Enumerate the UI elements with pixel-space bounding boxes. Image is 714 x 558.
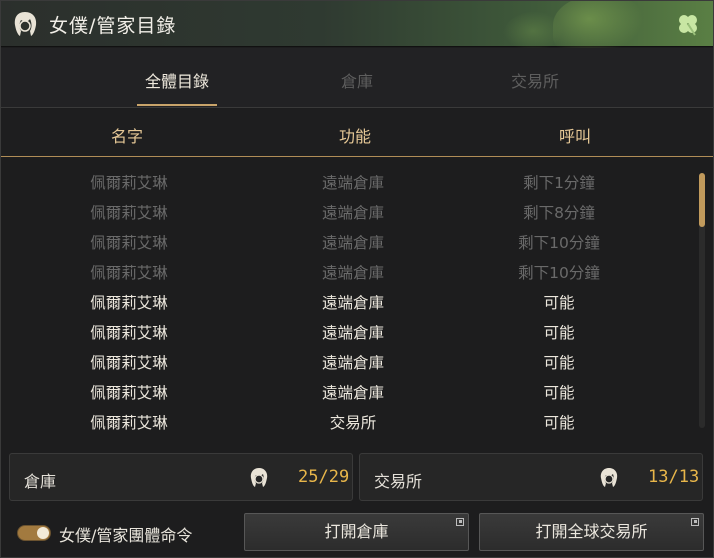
row-function: 遠端倉庫 <box>321 264 384 282</box>
group-command-label: 女僕/管家團體命令 <box>59 526 193 545</box>
list-row[interactable]: 佩爾莉艾琳 遠端倉庫 剩下1分鐘 <box>1 166 691 196</box>
maid-icon <box>250 468 268 487</box>
warehouse-summary: 倉庫 25/29 <box>9 453 353 501</box>
open-global-market-label: 打開全球交易所 <box>535 522 648 541</box>
maid-butler-window: 女僕/管家目錄 全體目錄 倉庫 交易所 名字 功能 呼叫 佩爾莉艾琳 遠端倉庫 … <box>0 0 714 558</box>
warehouse-count: 25/29 <box>298 467 350 487</box>
tab-bar: 全體目錄 倉庫 交易所 <box>1 48 713 108</box>
tab-all[interactable]: 全體目錄 <box>117 68 237 92</box>
row-name: 佩爾莉艾琳 <box>90 294 168 312</box>
row-call-status[interactable]: 可能 <box>479 411 639 433</box>
row-call-status[interactable]: 可能 <box>479 291 639 313</box>
list-row[interactable]: 佩爾莉艾琳 遠端倉庫 可能 <box>1 376 691 406</box>
group-command-toggle[interactable] <box>17 525 51 541</box>
tab-warehouse[interactable]: 倉庫 <box>297 68 417 92</box>
row-name: 佩爾莉艾琳 <box>90 234 168 252</box>
row-function: 遠端倉庫 <box>321 234 384 252</box>
list-row[interactable]: 佩爾莉艾琳 遠端倉庫 可能 <box>1 346 691 376</box>
market-summary: 交易所 13/13 <box>359 453 703 501</box>
row-function: 交易所 <box>329 414 377 432</box>
row-name: 佩爾莉艾琳 <box>90 264 168 282</box>
row-function: 遠端倉庫 <box>321 294 384 312</box>
row-name: 佩爾莉艾琳 <box>90 384 168 402</box>
row-call-status: 剩下10分鐘 <box>518 264 600 282</box>
row-name: 佩爾莉艾琳 <box>90 204 168 222</box>
row-name: 佩爾莉艾琳 <box>90 174 168 192</box>
row-function: 遠端倉庫 <box>321 354 384 372</box>
row-call-status: 剩下1分鐘 <box>523 174 595 192</box>
list-row[interactable]: 佩爾莉艾琳 遠端倉庫 剩下10分鐘 <box>1 226 691 256</box>
column-header-function[interactable]: 功能 <box>295 123 415 147</box>
maid-icon <box>14 12 37 36</box>
maid-list: 佩爾莉艾琳 遠端倉庫 剩下1分鐘 佩爾莉艾琳 遠端倉庫 剩下8分鐘 佩爾莉艾琳 … <box>1 161 713 436</box>
open-warehouse-button[interactable]: 打開倉庫 <box>244 513 469 551</box>
list-row[interactable]: 佩爾莉艾琳 遠端倉庫 可能 <box>1 286 691 316</box>
maid-icon <box>600 468 618 487</box>
row-call-status[interactable]: 可能 <box>479 351 639 373</box>
leaf-decoration <box>553 1 643 55</box>
row-call-status[interactable]: 可能 <box>479 321 639 343</box>
market-count: 13/13 <box>648 467 700 487</box>
clover-icon[interactable] <box>675 11 701 37</box>
scrollbar-thumb[interactable] <box>699 173 705 227</box>
row-name: 佩爾莉艾琳 <box>90 324 168 342</box>
window-title: 女僕/管家目錄 <box>49 15 177 37</box>
list-row[interactable]: 佩爾莉艾琳 交易所 可能 <box>1 406 691 436</box>
list-row[interactable]: 佩爾莉艾琳 遠端倉庫 剩下10分鐘 <box>1 256 691 286</box>
row-call-status[interactable]: 可能 <box>479 381 639 403</box>
warehouse-label: 倉庫 <box>24 472 57 491</box>
row-function: 遠端倉庫 <box>321 174 384 192</box>
row-function: 遠端倉庫 <box>321 384 384 402</box>
list-row[interactable]: 佩爾莉艾琳 遠端倉庫 可能 <box>1 316 691 346</box>
open-warehouse-label: 打開倉庫 <box>324 522 389 541</box>
title-bar[interactable]: 女僕/管家目錄 <box>1 1 713 55</box>
column-headers: 名字 功能 呼叫 <box>1 109 713 157</box>
toggle-knob <box>37 527 49 539</box>
row-call-status: 剩下10分鐘 <box>518 234 600 252</box>
open-global-market-button[interactable]: 打開全球交易所 <box>479 513 704 551</box>
popout-icon <box>456 518 464 526</box>
row-function: 遠端倉庫 <box>321 324 384 342</box>
active-tab-indicator <box>137 104 217 106</box>
row-call-status: 剩下8分鐘 <box>523 204 595 222</box>
column-header-name[interactable]: 名字 <box>67 123 187 147</box>
column-header-call[interactable]: 呼叫 <box>515 123 635 147</box>
row-name: 佩爾莉艾琳 <box>90 414 168 432</box>
market-label: 交易所 <box>374 472 423 491</box>
row-name: 佩爾莉艾琳 <box>90 354 168 372</box>
row-function: 遠端倉庫 <box>321 204 384 222</box>
tab-market[interactable]: 交易所 <box>475 68 595 92</box>
popout-icon <box>691 518 699 526</box>
leaf-decoration <box>503 11 563 51</box>
list-row[interactable]: 佩爾莉艾琳 遠端倉庫 剩下8分鐘 <box>1 196 691 226</box>
